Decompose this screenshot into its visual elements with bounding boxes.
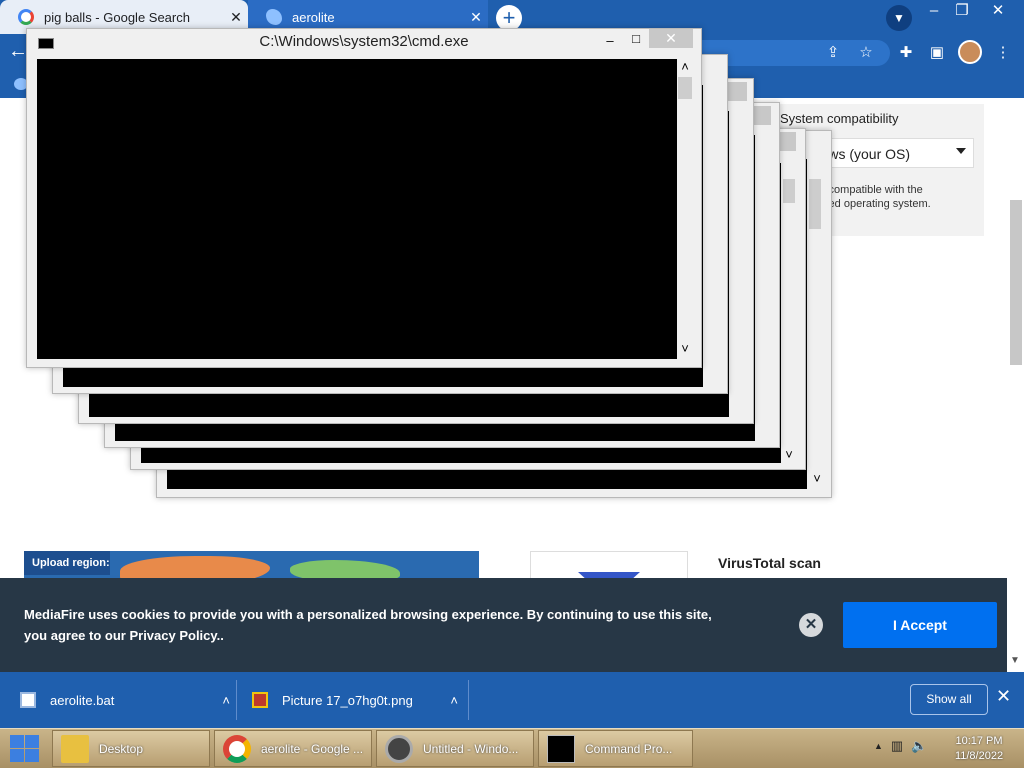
- cookie-banner-text: MediaFire uses cookies to provide you wi…: [24, 607, 712, 643]
- taskbar-item-label: Command Pro...: [585, 741, 673, 756]
- tab-title: pig balls - Google Search: [44, 9, 190, 25]
- cmd-scrollbar-thumb[interactable]: [809, 179, 821, 229]
- taskbar-item-command-prompt[interactable]: Command Pro...: [538, 730, 693, 767]
- download-divider: [468, 680, 469, 720]
- tab-close-icon[interactable]: ✕: [224, 9, 248, 26]
- tab-search-button[interactable]: ▼: [886, 5, 912, 31]
- caret-down-icon: [956, 148, 966, 154]
- start-button[interactable]: [8, 733, 40, 763]
- cmd-window-main[interactable]: ˄ ˅ – □ ✕: [26, 28, 702, 368]
- download-item[interactable]: Picture 17_o7hg0t.png ˄: [252, 672, 458, 728]
- cmd-scrollbar-thumb[interactable]: [783, 179, 795, 203]
- back-arrow-icon[interactable]: ←: [8, 40, 28, 63]
- close-window-button[interactable]: ✕: [980, 0, 1016, 34]
- scroll-down-arrow-icon[interactable]: ˅: [678, 341, 692, 356]
- cmd-scrollbar[interactable]: [677, 59, 693, 359]
- page-scrollbar-thumb[interactable]: [1010, 200, 1022, 365]
- volume-icon[interactable]: 🔈: [911, 738, 927, 754]
- virustotal-title: VirusTotal scan: [718, 555, 821, 571]
- upload-region-label: Upload region:: [24, 551, 110, 575]
- compatibility-text: s compatible with the cted operating sys…: [820, 184, 931, 210]
- bat-file-icon: [20, 692, 36, 708]
- extensions-icon[interactable]: ✚: [893, 40, 919, 66]
- accept-cookies-button[interactable]: I Accept: [843, 602, 997, 648]
- clock-time: 10:17 PM: [955, 735, 1003, 747]
- image-file-icon: [252, 692, 268, 708]
- taskbar-item-label: Desktop: [99, 741, 144, 756]
- scroll-down-arrow-icon[interactable]: ▼: [1010, 655, 1020, 666]
- tab-close-icon[interactable]: ✕: [464, 9, 488, 26]
- network-icon[interactable]: ▥: [891, 738, 903, 754]
- film-reel-icon: [385, 734, 413, 763]
- side-panel-icon[interactable]: ▣: [924, 40, 950, 66]
- maximize-window-button[interactable]: ❐: [944, 0, 980, 34]
- mediafire-icon: [266, 9, 282, 25]
- cmd-icon: [547, 734, 575, 763]
- show-hidden-icons-icon[interactable]: ▲: [874, 738, 883, 754]
- download-item[interactable]: aerolite.bat ˄: [20, 672, 230, 728]
- system-tray: ▲ ▥ 🔈: [874, 738, 927, 754]
- share-icon[interactable]: ⇪: [820, 40, 846, 66]
- download-filename: Picture 17_o7hg0t.png: [282, 692, 413, 708]
- cmd-window-title: C:\Windows\system32\cmd.exe: [259, 33, 469, 50]
- menu-kebab-icon[interactable]: ⋮: [990, 40, 1016, 66]
- compatibility-title: System compatibility: [780, 111, 899, 126]
- chrome-icon: [223, 734, 251, 763]
- taskbar-item-movie-maker[interactable]: Untitled - Windo...: [376, 730, 534, 767]
- taskbar-item-label: Untitled - Windo...: [423, 741, 519, 756]
- close-download-bar-icon[interactable]: ✕: [996, 686, 1011, 707]
- cmd-scrollbar[interactable]: [781, 163, 797, 463]
- windows-logo-icon: [10, 735, 24, 748]
- scroll-up-arrow-icon[interactable]: ˄: [678, 59, 692, 74]
- scroll-down-arrow-icon[interactable]: ˅: [783, 447, 795, 462]
- google-icon: [18, 9, 34, 25]
- bookmark-star-icon[interactable]: ☆: [853, 40, 879, 66]
- cmd-console[interactable]: [37, 59, 677, 359]
- show-all-downloads-button[interactable]: Show all: [910, 684, 988, 715]
- cmd-scrollbar-thumb[interactable]: [678, 77, 692, 99]
- tab-title: aerolite: [292, 9, 335, 25]
- download-divider: [236, 680, 237, 720]
- clock[interactable]: 10:17 PM 11/8/2022: [940, 734, 1018, 764]
- cookie-close-button[interactable]: ✕: [799, 613, 823, 637]
- folder-icon: [61, 734, 89, 763]
- chevron-up-icon[interactable]: ˄: [222, 693, 230, 708]
- taskbar-item-chrome[interactable]: aerolite - Google ...: [214, 730, 372, 767]
- taskbar-item-label: aerolite - Google ...: [261, 741, 364, 756]
- taskbar-item-desktop[interactable]: Desktop: [52, 730, 210, 767]
- scroll-down-arrow-icon[interactable]: ˅: [811, 471, 823, 486]
- download-filename: aerolite.bat: [50, 692, 115, 708]
- clock-date: 11/8/2022: [954, 750, 1004, 762]
- profile-avatar[interactable]: [958, 40, 982, 64]
- chevron-up-icon[interactable]: ˄: [450, 693, 458, 708]
